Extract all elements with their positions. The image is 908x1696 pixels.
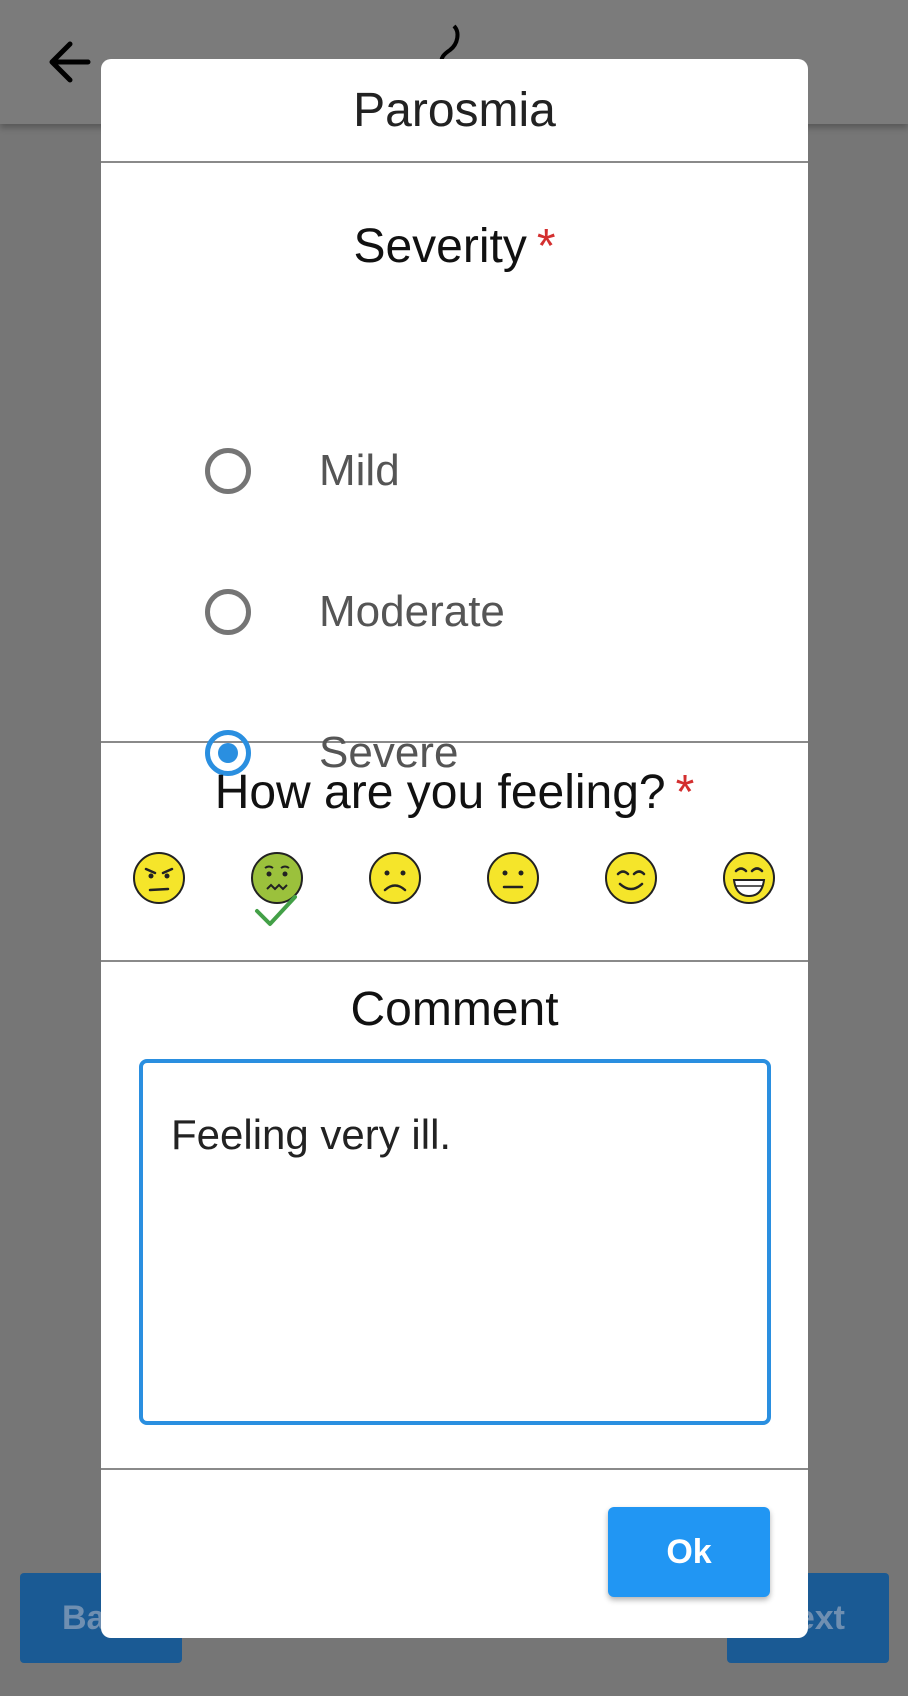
required-mark: *	[675, 766, 695, 819]
severity-option-label: Moderate	[319, 587, 505, 636]
dialog-actions: Ok	[101, 1470, 808, 1636]
selected-check-icon	[255, 895, 297, 926]
feeling-heading: How are you feeling? *	[101, 765, 808, 820]
grinning-face-icon[interactable]	[722, 851, 776, 905]
severity-section: Severity * Mild Moderate Severe	[101, 163, 808, 777]
back-arrow-icon[interactable]	[40, 32, 100, 92]
frowning-face-icon[interactable]	[368, 851, 422, 905]
comment-section: Comment Feeling very ill.	[101, 962, 808, 1470]
dialog-title: Parosmia	[101, 59, 808, 163]
comment-heading: Comment	[350, 983, 559, 1036]
severity-option-label: Mild	[319, 446, 400, 495]
app-page: Ba ext Parosmia Severity * Mild Moderate …	[0, 0, 908, 1696]
symptom-dialog: Parosmia Severity * Mild Moderate Severe …	[101, 59, 808, 1638]
feeling-label: How are you feeling?	[214, 766, 666, 819]
ok-button[interactable]: Ok	[608, 1507, 770, 1597]
smiling-face-icon[interactable]	[604, 851, 658, 905]
severity-option-mild[interactable]: Mild	[205, 436, 705, 506]
feeling-section: How are you feeling? *	[101, 743, 808, 962]
comment-textarea[interactable]: Feeling very ill.	[139, 1059, 771, 1425]
radio-button[interactable]	[205, 589, 251, 635]
angry-face-icon[interactable]	[132, 851, 186, 905]
severity-label: Severity	[353, 220, 527, 273]
required-mark: *	[536, 220, 556, 273]
severity-option-moderate[interactable]: Moderate	[205, 577, 705, 647]
severity-heading: Severity *	[101, 219, 808, 274]
neutral-face-icon[interactable]	[486, 851, 540, 905]
back-button-label: Ba	[62, 1598, 106, 1637]
radio-button[interactable]	[205, 448, 251, 494]
